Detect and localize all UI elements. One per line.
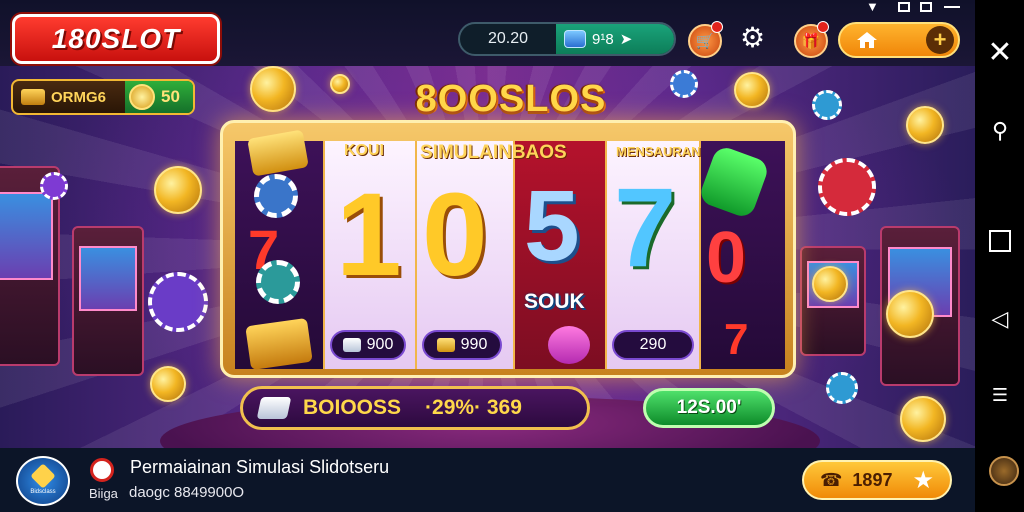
bonus-bar[interactable]: BOIOOSS ·29%· 369 <box>240 386 590 430</box>
gold-bar-icon <box>245 317 313 371</box>
reel-label: KOUI <box>344 142 384 159</box>
search-icon[interactable]: ⚲ <box>987 118 1013 144</box>
diamond-icon <box>30 463 56 489</box>
floating-coin-button[interactable] <box>989 456 1019 486</box>
coin-icon <box>150 366 186 402</box>
phone-icon: ☎ <box>820 469 843 490</box>
coin-icon <box>886 290 934 338</box>
gift-icon: 🎁 <box>801 33 821 50</box>
bar-icon <box>256 397 292 419</box>
ad-cta-value: 1897 <box>852 469 893 490</box>
reel-value: 990 <box>422 330 502 360</box>
bar-icon <box>436 338 455 352</box>
coin-icon <box>250 66 296 112</box>
ad-brand-icon <box>90 458 114 482</box>
star-icon: ★ <box>912 466 934 494</box>
gem-icon <box>564 30 586 48</box>
coin-icon <box>900 396 946 442</box>
coin-icon <box>330 74 350 94</box>
ad-title[interactable]: Permaiainan Simulasi Slidotseru <box>130 457 389 478</box>
reel-label: MENSAURAN <box>616 144 701 159</box>
ad-cta-button[interactable]: ☎ 1897 ★ <box>802 460 952 500</box>
reel-area <box>235 141 785 369</box>
coin-icon <box>906 106 944 144</box>
reel-number: 7 <box>614 165 677 290</box>
poker-chip-icon <box>40 172 68 200</box>
window-minimize-icon[interactable] <box>944 6 960 8</box>
coin-icon <box>734 72 770 108</box>
ad-subtitle-left: Biiga <box>89 486 118 501</box>
ad-app-icon[interactable]: Bidsclass <box>16 456 70 506</box>
poker-chip-icon <box>818 158 876 216</box>
reel-value: 290 <box>612 330 694 360</box>
reel-number: 0 <box>422 169 488 301</box>
coin-icon <box>129 84 155 110</box>
gold-bar-icon <box>21 89 45 105</box>
coin-icon <box>812 266 848 302</box>
poker-chip-icon <box>812 90 842 120</box>
poker-chip-icon <box>254 174 298 218</box>
home-icon <box>857 32 877 48</box>
poker-chip-icon <box>670 70 698 98</box>
time-label: 20.20 <box>487 30 529 47</box>
coin-icon <box>154 166 202 214</box>
poker-chip-icon <box>256 260 300 304</box>
balance-widget[interactable]: ORMG6 50 <box>11 79 195 115</box>
send-icon: ➤ <box>619 31 633 48</box>
poker-chip-icon <box>826 372 858 404</box>
status-pill[interactable]: 20.20 9¹8 ➤ <box>458 22 676 56</box>
ad-subtitle-right: daogc 8849900O <box>129 484 245 501</box>
window-restore-icon[interactable] <box>898 2 910 12</box>
gem-count: 9¹8 <box>592 30 614 48</box>
add-coins-button[interactable]: + <box>926 26 954 54</box>
balance-value: 50 <box>161 87 180 106</box>
home-bar[interactable]: + <box>838 22 960 58</box>
reel-value: 900 <box>330 330 406 360</box>
win-amount-button[interactable]: 12S.00' <box>643 388 775 428</box>
gift-button[interactable]: 🎁 <box>794 21 829 58</box>
reel-label: SIMULAINBAOS <box>420 142 567 163</box>
gem-counter[interactable]: 9¹8 ➤ <box>556 24 674 54</box>
window-maximize-icon[interactable] <box>920 2 932 12</box>
bonus-value: ·29%· 369 <box>425 396 522 419</box>
reel-number: 1 <box>336 169 402 301</box>
bonus-label: BOIOOSS <box>303 396 402 419</box>
game-title: 8OOSLOS <box>415 78 607 120</box>
balance-label: ORMG6 <box>51 88 107 106</box>
dropdown-arrow-icon[interactable]: ▼ <box>866 0 879 14</box>
settings-gear-icon[interactable]: ⚙ <box>740 24 765 52</box>
ad-icon-caption: Bidsclass <box>30 489 56 495</box>
back-icon[interactable]: ◁ <box>987 306 1013 332</box>
reel-number: 5 <box>524 170 580 282</box>
notification-dot <box>817 21 829 33</box>
bar-icon <box>342 338 361 352</box>
menu-icon[interactable]: ☰ <box>987 382 1013 408</box>
reel-symbol-label: SOUK <box>524 290 585 313</box>
notification-dot <box>711 21 723 33</box>
app-logo[interactable]: 180SLOT <box>12 14 220 64</box>
system-nav-bar: ✕ ⚲ ◁ ☰ <box>975 0 1024 512</box>
poker-chip-icon <box>148 272 208 332</box>
arcade-machine-left-2 <box>72 226 144 376</box>
top-bar: 180SLOT 20.20 9¹8 ➤ 🛒 ⚙ 🎁 + ▼ <box>0 0 975 66</box>
shop-icon: 🛒 <box>695 33 715 50</box>
close-icon[interactable]: ✕ <box>987 38 1013 68</box>
gem-symbol-icon <box>548 326 590 364</box>
game-scene: ORMG6 50 8OOSLOS KOUI SIMULAINBAOS MENSA… <box>0 66 975 448</box>
shop-button[interactable]: 🛒 <box>688 21 723 58</box>
recent-apps-icon[interactable] <box>989 230 1011 252</box>
reel-number: 0 <box>706 218 747 298</box>
seven-symbol-icon: 7 <box>724 315 749 364</box>
